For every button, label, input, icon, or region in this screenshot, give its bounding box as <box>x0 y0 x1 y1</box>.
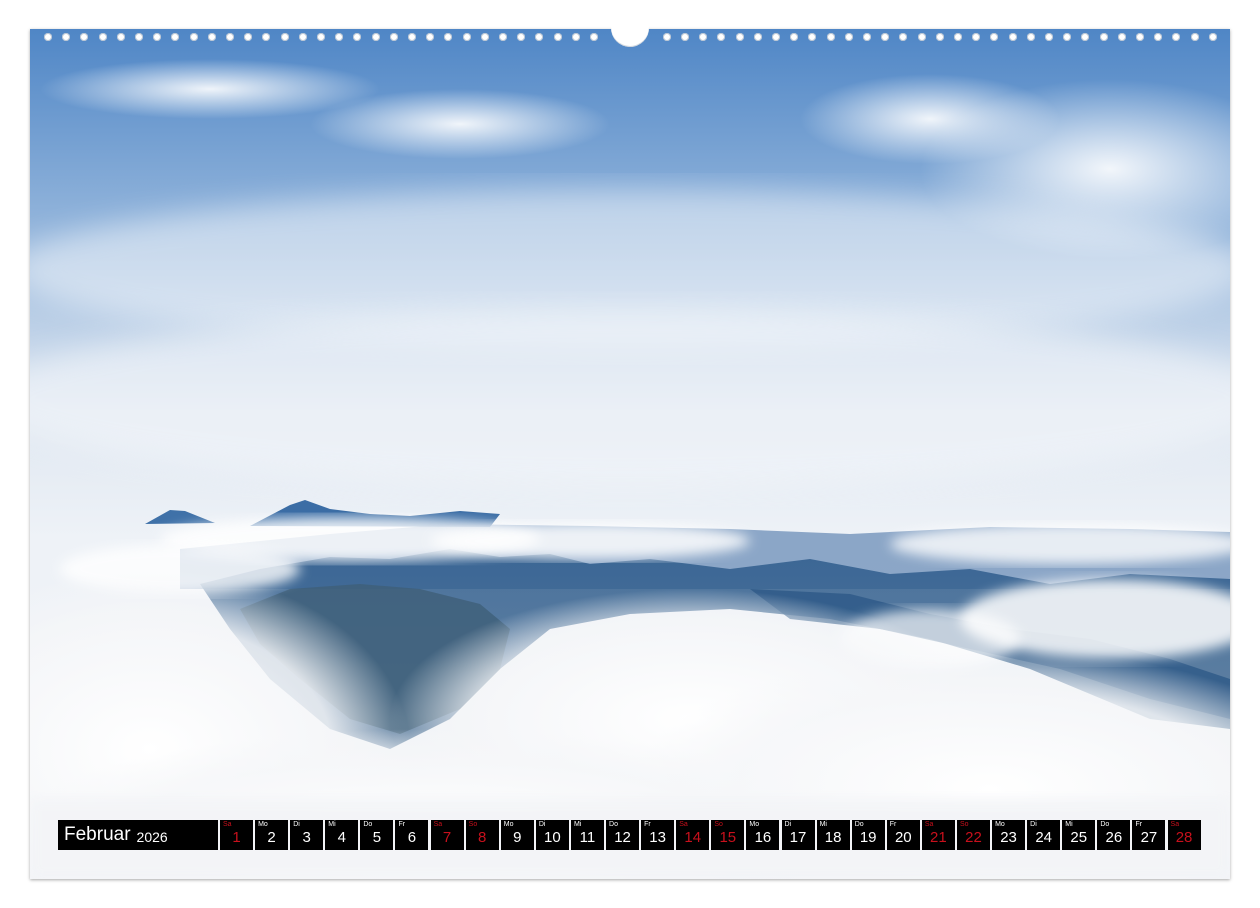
weekday-label: So <box>714 821 723 828</box>
month-name: Februar <box>64 824 131 845</box>
day-number: 7 <box>442 829 452 846</box>
day-cell: Mi 4 <box>325 820 359 850</box>
weekday-label: Sa <box>679 821 688 828</box>
day-number: 27 <box>1140 829 1158 846</box>
day-cell: Do 19 <box>851 820 885 850</box>
day-cell: Di 10 <box>535 820 569 850</box>
weekday-label: Fr <box>889 821 897 828</box>
weekday-label: Di <box>538 821 546 828</box>
day-number: 10 <box>544 829 561 846</box>
day-number: 17 <box>789 829 807 846</box>
day-number: 24 <box>1035 829 1052 846</box>
day-cell: Sa 14 <box>676 820 710 850</box>
day-cell: Fr 6 <box>395 820 429 850</box>
weekday-label: Mo <box>503 821 514 828</box>
day-number: 14 <box>684 829 702 846</box>
weekday-label: Di <box>784 821 792 828</box>
weekday-label: Fr <box>1135 821 1143 828</box>
day-cell: Di 3 <box>290 820 324 850</box>
day-cell: Fr 27 <box>1132 820 1166 850</box>
weekday-label: So <box>468 821 478 828</box>
day-cells: Sa 1 Mo 2 Di 3 Mi 4 Do 5 Fr 6 Sa 7 So 8 Mo 9 Di 10 Mi 11 Do 12 F… <box>220 820 1203 850</box>
day-cell: Mi 11 <box>570 820 604 850</box>
day-cell: Mi 25 <box>1062 820 1096 850</box>
weekday-label: Fr <box>644 821 651 828</box>
day-number: 19 <box>859 829 877 846</box>
weekday-label: Mi <box>328 821 336 828</box>
day-cell: Mo 2 <box>255 820 289 850</box>
day-number: 9 <box>513 829 522 846</box>
day-number: 2 <box>267 829 276 846</box>
day-cell: Mo 23 <box>992 820 1026 850</box>
day-number: 28 <box>1175 829 1193 846</box>
weekday-label: Sa <box>223 821 232 828</box>
day-number: 4 <box>337 829 346 846</box>
day-number: 5 <box>372 829 382 846</box>
day-cell: So 22 <box>956 820 990 850</box>
day-number: 8 <box>477 829 487 846</box>
calendar-page: Februar 2026 Sa 1 Mo 2 Di 3 Mi 4 Do 5 Fr 6 Sa 7 So 8 Mo 9… <box>30 29 1230 879</box>
day-number: 1 <box>232 829 241 846</box>
weekday-label: Do <box>363 821 373 828</box>
weekday-label: Di <box>1030 821 1037 828</box>
weekday-label: Mi <box>1065 821 1073 828</box>
day-number: 26 <box>1105 829 1123 846</box>
weekday-label: Mi <box>573 821 582 828</box>
day-number: 3 <box>302 829 311 846</box>
day-number: 18 <box>824 829 842 846</box>
weekday-label: Sa <box>924 821 934 828</box>
day-number: 13 <box>649 829 666 846</box>
day-cell: Di 17 <box>781 820 815 850</box>
day-number: 22 <box>965 829 982 846</box>
weekday-label: Do <box>609 821 618 828</box>
day-cell: Di 24 <box>1027 820 1061 850</box>
calendar-strip: Februar 2026 Sa 1 Mo 2 Di 3 Mi 4 Do 5 Fr 6 Sa 7 So 8 Mo 9… <box>58 820 1203 850</box>
month-label-box: Februar 2026 <box>58 820 218 850</box>
weekday-label: Sa <box>1170 821 1180 828</box>
day-cell: So 8 <box>465 820 499 850</box>
day-cell: Mo 16 <box>746 820 780 850</box>
weekday-label: Di <box>293 821 300 828</box>
day-cell: Mi 18 <box>816 820 850 850</box>
weekday-label: Sa <box>433 821 443 828</box>
day-cell: Sa 1 <box>220 820 253 850</box>
day-number: 25 <box>1070 829 1088 846</box>
day-number: 20 <box>894 829 912 846</box>
weekday-label: Fr <box>398 821 406 828</box>
weekday-label: Mo <box>258 821 268 828</box>
day-number: 12 <box>614 829 631 846</box>
day-cell: Do 12 <box>606 820 640 850</box>
day-cell: Sa 28 <box>1167 820 1201 850</box>
day-number: 11 <box>579 829 596 846</box>
day-cell: Fr 13 <box>641 820 675 850</box>
day-cell: Fr 20 <box>886 820 920 850</box>
day-number: 6 <box>407 829 417 846</box>
day-cell: So 15 <box>711 820 745 850</box>
landscape-photo <box>30 29 1230 879</box>
day-cell: Do 26 <box>1097 820 1131 850</box>
weekday-label: So <box>959 821 969 828</box>
year-label: 2026 <box>136 828 168 845</box>
day-number: 21 <box>930 829 947 846</box>
weekday-label: Mo <box>749 821 760 828</box>
day-number: 23 <box>1000 829 1017 846</box>
day-cell: Sa 21 <box>921 820 955 850</box>
day-cell: Sa 7 <box>430 820 464 850</box>
day-cell: Mo 9 <box>500 820 534 850</box>
day-number: 16 <box>754 829 772 846</box>
weekday-label: Mo <box>995 821 1005 828</box>
day-cell: Do 5 <box>360 820 394 850</box>
weekday-label: Do <box>854 821 864 828</box>
weekday-label: Mi <box>819 821 827 828</box>
weekday-label: Do <box>1100 821 1110 828</box>
day-number: 15 <box>719 829 737 846</box>
